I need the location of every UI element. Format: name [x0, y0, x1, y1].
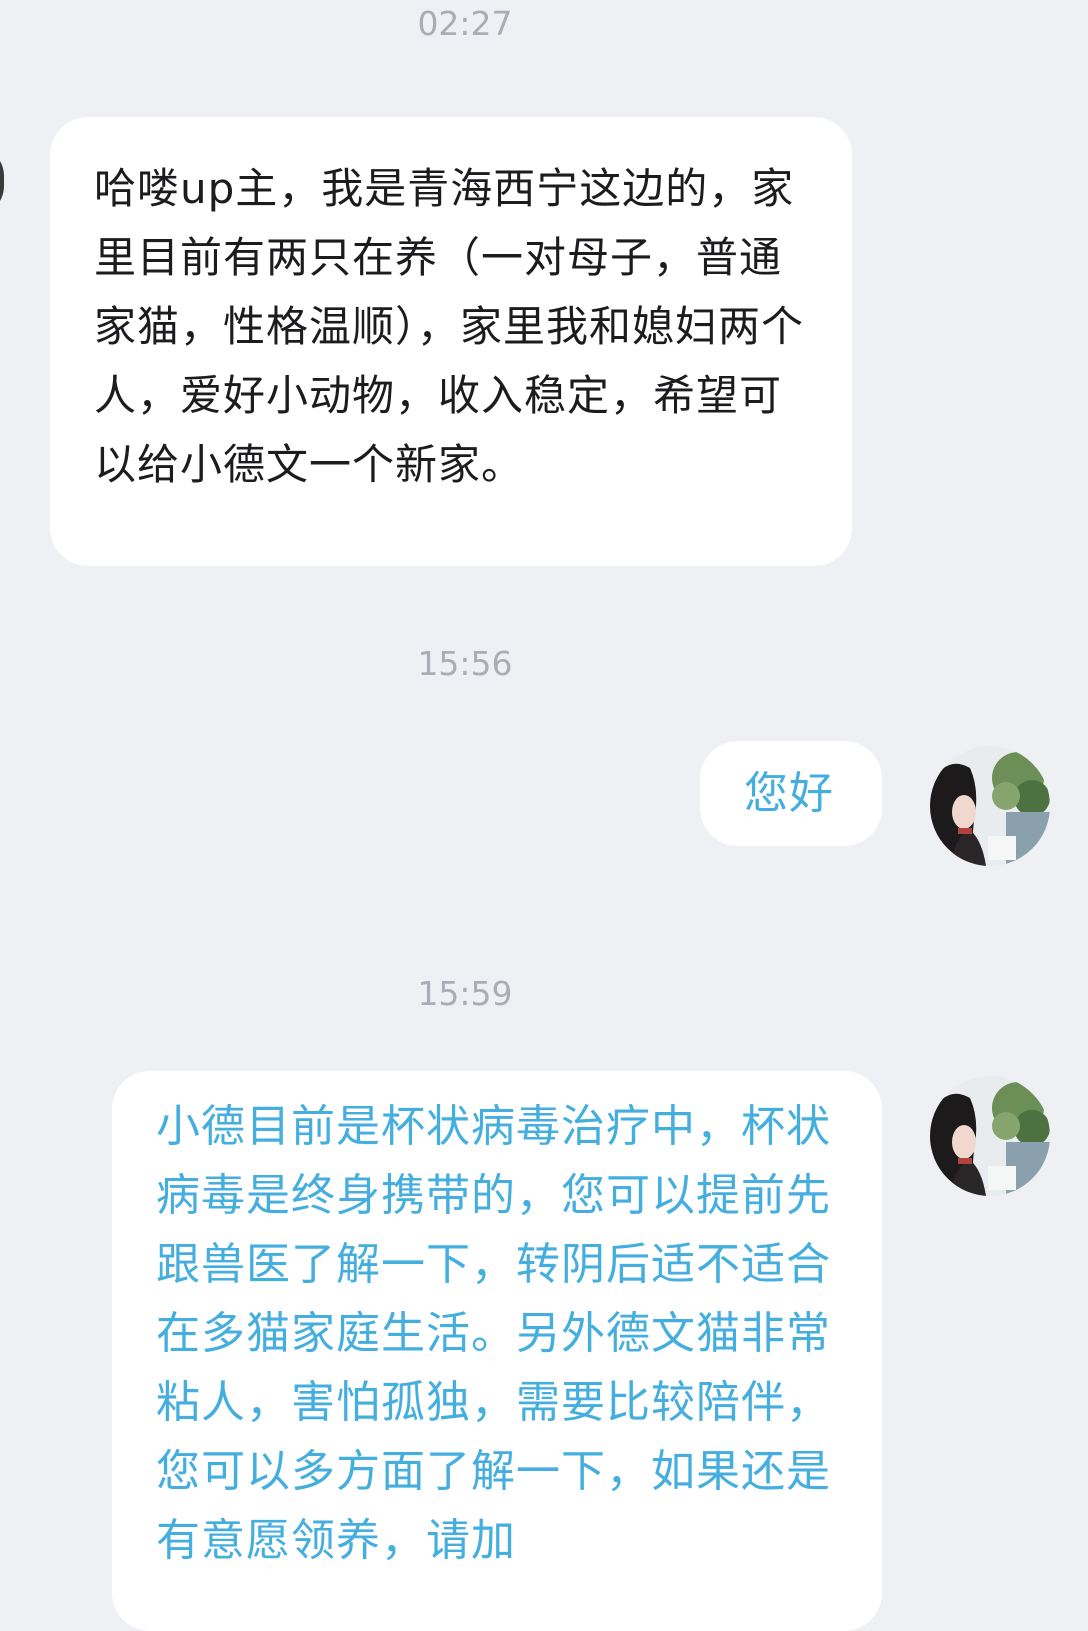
avatar-photo-icon: [930, 746, 1050, 866]
incoming-message-bubble[interactable]: 哈喽up主，我是青海西宁这边的，家里目前有两只在养（一对母子，普通家猫，性格温顺…: [50, 117, 852, 566]
user-avatar[interactable]: [930, 1076, 1050, 1196]
avatar-photo-icon: [930, 1076, 1050, 1196]
message-timestamp: 02:27: [417, 4, 513, 43]
outgoing-message-bubble[interactable]: 小德目前是杯状病毒治疗中，杯状病毒是终身携带的，您可以提前先跟兽医了解一下，转阴…: [112, 1071, 882, 1631]
message-timestamp: 15:59: [417, 974, 513, 1013]
message-text: 小德目前是杯状病毒治疗中，杯状病毒是终身携带的，您可以提前先跟兽医了解一下，转阴…: [156, 1101, 831, 1566]
contact-avatar[interactable]: [0, 146, 4, 216]
message-text: 哈喽up主，我是青海西宁这边的，家里目前有两只在养（一对母子，普通家猫，性格温顺…: [94, 164, 805, 489]
message-text: 您好: [744, 768, 834, 819]
user-avatar[interactable]: [930, 746, 1050, 866]
message-timestamp: 15:56: [417, 644, 513, 683]
outgoing-message-bubble[interactable]: 您好: [700, 741, 882, 846]
